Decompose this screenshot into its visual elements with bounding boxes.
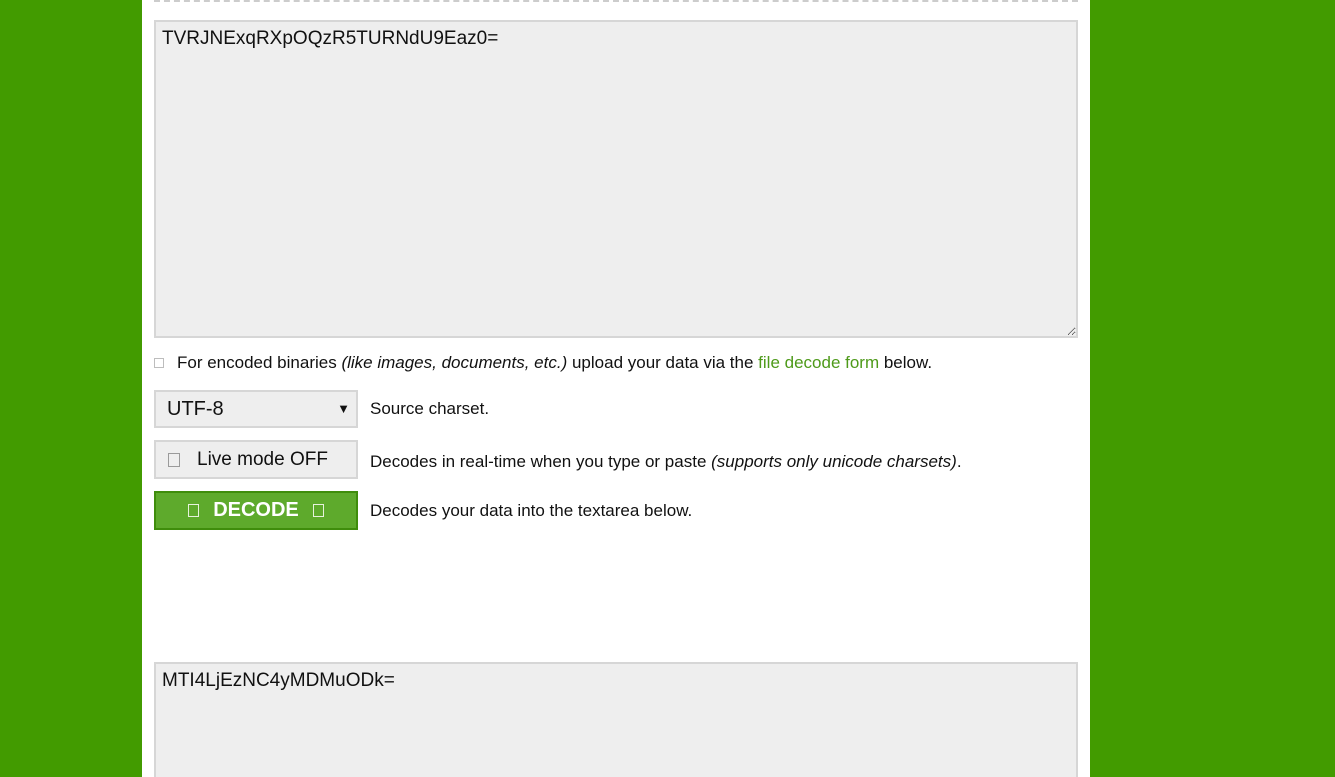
charset-select[interactable]: UTF-8 ▼ — [154, 390, 358, 428]
live-mode-label: Live mode OFF — [197, 448, 328, 470]
binaries-note-prefix: For encoded binaries — [177, 353, 342, 372]
dropdown-arrow-icon: ▼ — [337, 401, 350, 416]
decode-description: Decodes your data into the textarea belo… — [370, 501, 693, 520]
square-glyph-icon — [312, 504, 324, 517]
live-mode-description: Decodes in real-time when you type or pa… — [370, 452, 962, 472]
binaries-note-middle: upload your data via the — [567, 353, 759, 372]
decoded-output-textarea[interactable]: MTI4LjEzNC4yMDMuODk= — [154, 662, 1078, 777]
decode-button-label: DECODE — [213, 499, 299, 521]
square-glyph-icon — [188, 504, 200, 517]
dashed-divider — [154, 0, 1078, 2]
charset-description: Source charset. — [370, 399, 490, 418]
checkbox-square-icon — [168, 452, 180, 467]
binaries-note: For encoded binaries (like images, docum… — [177, 353, 932, 373]
live-mode-toggle[interactable]: Live mode OFF — [154, 440, 358, 479]
charset-selected-value: UTF-8 — [167, 397, 224, 420]
binaries-note-italic: (like images, documents, etc.) — [341, 353, 568, 372]
live-mode-description-prefix: Decodes in real-time when you type or pa… — [370, 452, 712, 471]
live-mode-description-italic: (supports only unicode charsets) — [711, 452, 957, 471]
main-content: TVRJNExqRXpOQzR5TURNdU9Eaz0= For encoded… — [142, 0, 1090, 777]
binaries-note-row: For encoded binaries (like images, docum… — [154, 350, 932, 376]
file-decode-form-link[interactable]: file decode form — [758, 353, 879, 372]
binaries-checkbox-icon[interactable] — [154, 358, 164, 368]
live-mode-description-suffix: . — [956, 452, 962, 471]
decode-button[interactable]: DECODE — [154, 491, 358, 530]
binaries-note-suffix: below. — [879, 353, 933, 372]
encoded-input-textarea[interactable]: TVRJNExqRXpOQzR5TURNdU9Eaz0= — [154, 20, 1078, 338]
